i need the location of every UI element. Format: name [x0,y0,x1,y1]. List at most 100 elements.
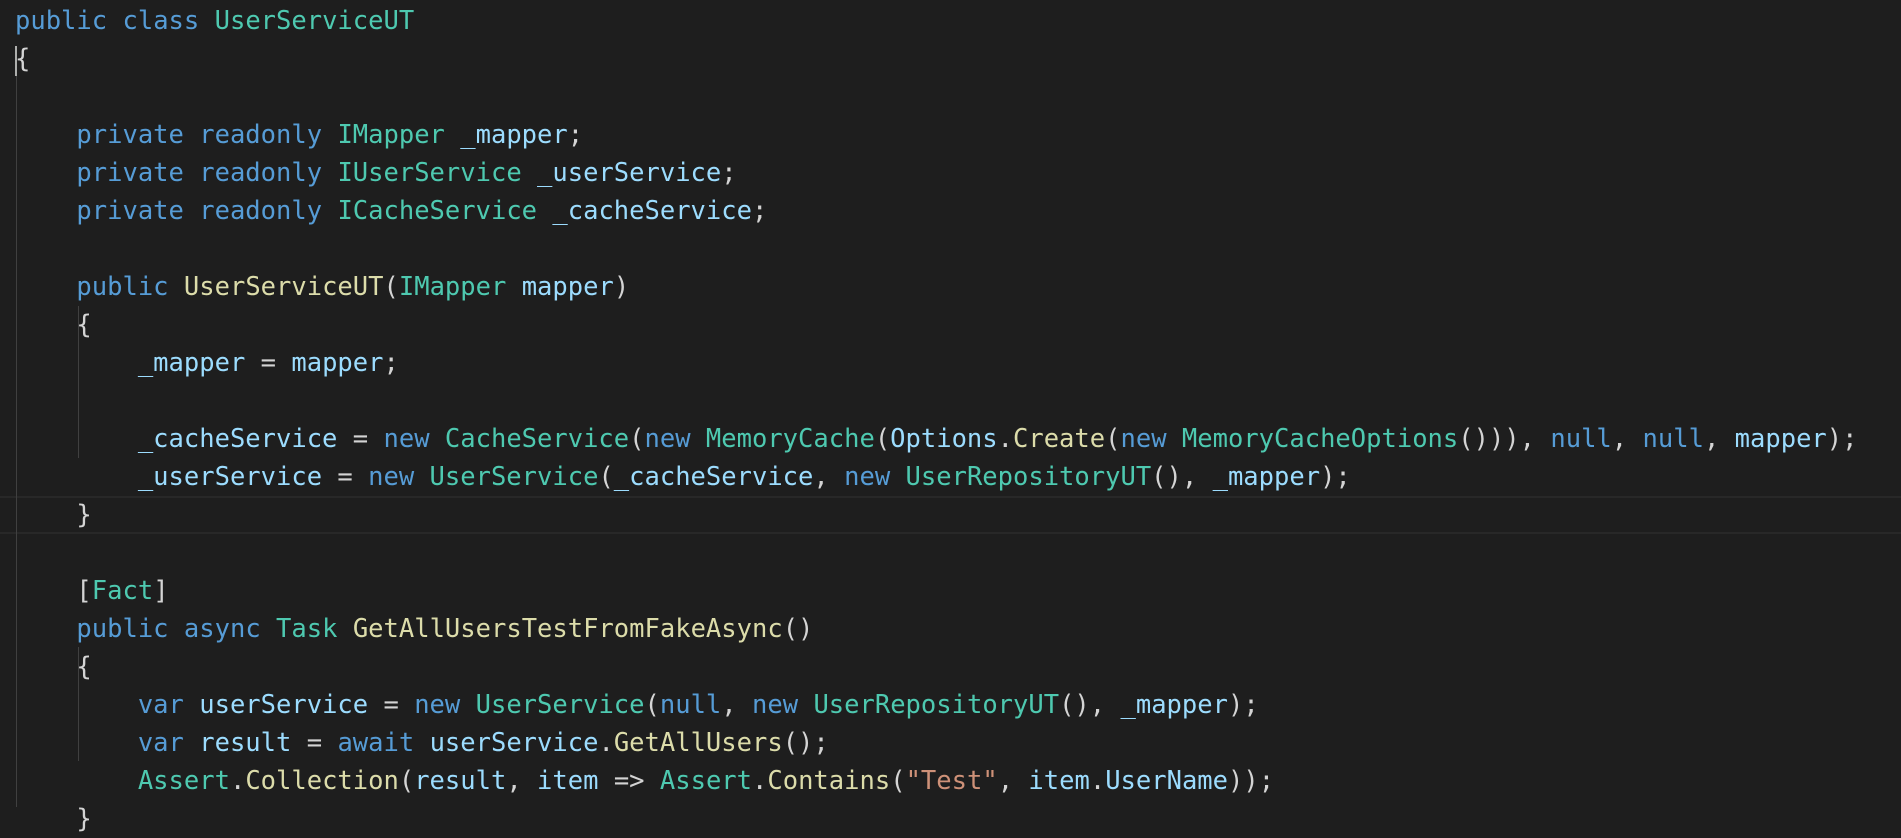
code-token: private [76,158,184,188]
code-token: (), [1151,462,1213,492]
code-token: } [15,804,92,834]
code-token: await [337,728,415,758]
code-token: null [1550,424,1612,454]
code-token: . [1089,766,1106,796]
code-token: { [15,310,92,340]
code-line-12[interactable]: _cacheService = new CacheService(new Mem… [15,420,1858,458]
code-line-22[interactable]: } [15,800,92,838]
code-line-20[interactable]: var result = await userService.GetAllUse… [15,724,829,762]
code-line-16[interactable]: [Fact] [15,572,168,610]
code-token: _cacheService [613,462,814,492]
code-token: , [1703,424,1735,454]
code-token: IMapper [337,120,445,150]
code-token: result [199,728,292,758]
code-token: [ [15,576,92,606]
code-token: ICacheService [337,196,538,226]
code-editor[interactable]: public class UserServiceUT { private read… [0,0,1901,834]
code-token: UserService [429,462,599,492]
code-token: (); [782,728,829,758]
code-token: _cacheService [552,196,752,226]
code-token: } [15,500,92,530]
code-line-10[interactable]: _mapper = mapper; [15,344,399,382]
code-token: ( [629,424,645,454]
code-token: "Test" [905,766,998,796]
code-token: { [15,652,92,682]
code-token: ( [1105,424,1121,454]
code-line-17[interactable]: public async Task GetAllUsersTestFromFak… [15,610,813,648]
code-token: ( [598,462,614,492]
code-line-5[interactable]: private readonly IUserService _userServi… [15,154,737,192]
code-token: MemoryCache [705,424,875,454]
code-token: new [644,424,691,454]
current-line-highlight [0,496,1901,534]
code-token: ) [613,272,630,302]
code-token: Contains [767,766,891,796]
code-line-13[interactable]: _userService = new UserService(_cacheSer… [15,458,1351,496]
code-token: item [537,766,599,796]
code-token: Assert [659,766,753,796]
code-token: public [76,614,169,644]
code-token: = [322,462,369,492]
code-token: var [137,690,184,720]
code-token: , [1611,424,1643,454]
code-token: UserServiceUT [214,6,415,36]
code-line-2[interactable]: { [15,40,30,78]
code-token: Fact [91,576,154,606]
text-caret [15,46,17,76]
code-token: _mapper [137,348,246,378]
code-line-8[interactable]: public UserServiceUT(IMapper mapper) [15,268,629,306]
code-token: ; [567,120,584,150]
code-token: null [1642,424,1704,454]
code-token: , [506,766,538,796]
code-token: new [368,462,415,492]
code-token: ( [890,766,906,796]
code-line-18[interactable]: { [15,648,92,686]
code-token: mapper [521,272,614,302]
code-token: ; [721,158,737,188]
code-line-19[interactable]: var userService = new UserService(null, … [15,686,1259,724]
code-line-6[interactable]: private readonly ICacheService _cacheSer… [15,192,767,230]
code-token: userService [429,728,599,758]
code-token: public [15,6,108,36]
code-line-9[interactable]: { [15,306,92,344]
code-token: ( [644,690,660,720]
code-token: Options [890,424,998,454]
code-token: readonly [199,196,323,226]
code-token: _userService [137,462,323,492]
code-token: (), [1059,690,1121,720]
code-token: mapper [291,348,384,378]
code-line-1[interactable]: public class UserServiceUT [15,2,414,40]
code-token: ( [398,766,415,796]
code-token: , [997,766,1029,796]
code-token: readonly [199,120,323,150]
code-token: class [122,6,200,36]
code-token: ); [1826,424,1858,454]
code-token: public [76,272,169,302]
code-token: _mapper [460,120,568,150]
code-token: ())), [1458,424,1551,454]
code-line-14[interactable]: } [15,496,92,534]
code-line-21[interactable]: Assert.Collection(result, item => Assert… [15,762,1274,800]
code-token: . [997,424,1013,454]
code-token: private [76,196,184,226]
code-line-4[interactable]: private readonly IMapper _mapper; [15,116,583,154]
code-token: var [137,728,184,758]
